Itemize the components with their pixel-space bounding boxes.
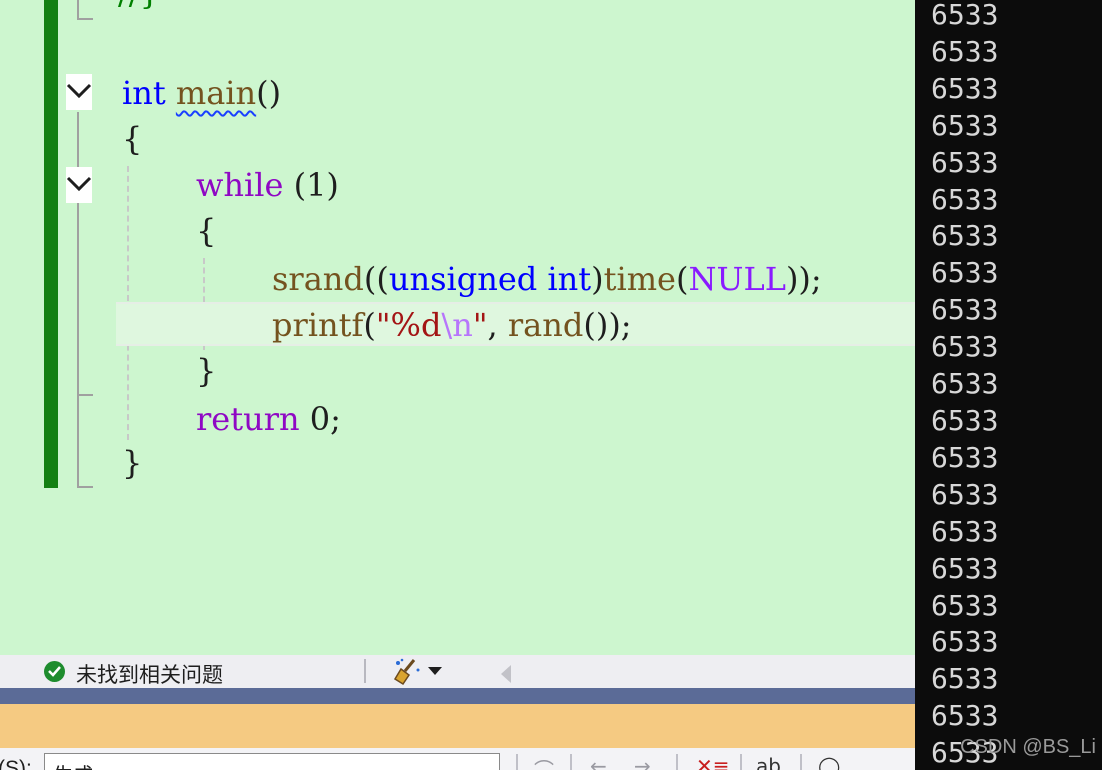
dropdown-arrow-icon[interactable] [428,667,442,675]
status-separator [364,659,366,683]
console-line: 6533 [931,182,999,216]
console-line: 6533 [931,367,999,401]
outline-guide-main-end [77,486,93,488]
code-line-srand: srand((unsigned int)time(NULL)); [272,260,822,298]
output-source-value: 生成 [53,759,93,770]
code-line-return: return 0; [196,400,341,438]
console-line: 6533 [931,440,999,474]
toolbar-separator [800,754,802,770]
console-line: 6533 [931,145,999,179]
next-message-icon[interactable]: → [634,754,651,770]
fold-toggle-main[interactable] [66,74,92,110]
nav-left-icon[interactable] [501,665,511,683]
console-line: 6533 [931,108,999,142]
console-line: 6533 [931,699,999,733]
toolbar-separator [570,754,572,770]
keyword-return: return [196,400,300,438]
console-line: 6533 [931,219,999,253]
issues-status-text: 未找到相关问题 [76,664,223,687]
console-line: 6533 [931,662,999,696]
change-tracking-bar [44,0,58,488]
console-line: 6533 [931,34,999,68]
code-line-main-signature: int main() [122,74,282,112]
output-source-select[interactable]: 生成 [44,753,500,770]
show-output-from-label: (S): [0,757,32,770]
outline-guide-top [77,0,79,20]
editor-status-strip: 未找到相关问题 [0,655,915,688]
console-line: 6533 [931,403,999,437]
prev-message-icon[interactable]: ← [590,754,607,770]
console-line: 6533 [931,330,999,364]
output-panel-toolbar: (S): 生成 ⌒ ← → ✕≡ ab ◯ [0,748,915,770]
toolbar-separator [676,754,678,770]
fold-chevron-icon [66,83,92,99]
toolbar-separator [516,754,518,770]
outline-guide-while-end [77,394,93,396]
code-line-brace-close: } [122,444,143,482]
tool-window-tab-bar [0,688,915,704]
console-line: 6533 [931,71,999,105]
fold-chevron-icon [66,176,92,192]
keyword-int: int [122,74,166,112]
find-message-icon[interactable]: ⌒ [534,754,554,770]
code-editor[interactable]: //} int main() { while (1) { srand((unsi… [0,0,915,655]
fold-toggle-while[interactable] [66,167,92,203]
code-line-while: while (1) [196,166,339,204]
function-main: main [175,74,257,112]
console-output: 6533 6533 6533 6533 6533 6533 6533 6533 … [931,0,998,770]
code-line-inner-brace-open: { [196,212,217,250]
code-line-inner-brace-close: } [196,352,217,390]
console-line: 6533 [931,0,999,31]
keyword-while: while [196,166,284,204]
clock-icon[interactable]: ◯ [818,754,840,770]
console-line: 6533 [931,514,999,548]
console-line: 6533 [931,551,999,585]
console-window[interactable]: 6533 6533 6533 6533 6533 6533 6533 6533 … [915,0,1102,770]
clear-all-icon[interactable]: ✕≡ [696,754,730,770]
console-line: 6533 [931,588,999,622]
console-line: 6533 [931,256,999,290]
code-line-top-comment: //} [118,0,160,16]
toolbar-separator [740,754,742,770]
output-panel-header [0,704,915,748]
watermark-text: CSDN @BS_Li [960,736,1096,758]
console-line: 6533 [931,625,999,659]
outline-guide-top-end [77,18,93,20]
code-cleanup-broom-icon[interactable] [392,658,422,691]
check-circle-icon [44,661,65,682]
word-wrap-icon[interactable]: ab [756,754,781,770]
code-line-brace-open: { [122,120,143,158]
code-line-printf: printf("%d\n", rand()); [272,306,632,344]
console-line: 6533 [931,293,999,327]
console-line: 6533 [931,477,999,511]
